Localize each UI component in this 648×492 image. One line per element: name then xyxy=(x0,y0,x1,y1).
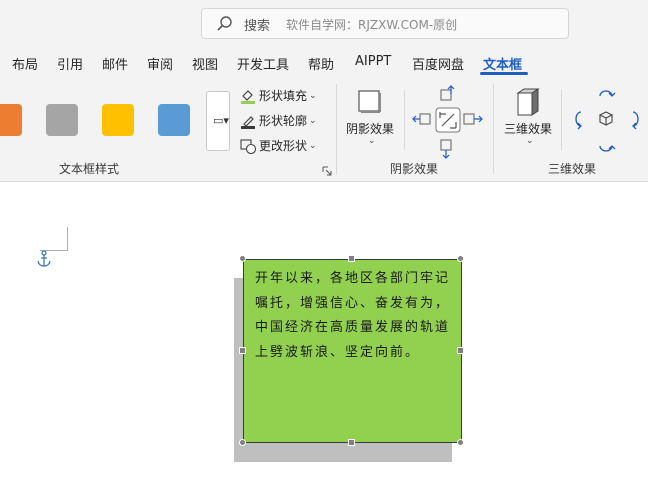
shape-fill-label: 形状填充 xyxy=(259,89,308,103)
chevron-down-icon: ⌄ xyxy=(309,90,317,101)
tab-layout[interactable]: 布局 xyxy=(12,54,38,73)
shadow-effects-icon[interactable] xyxy=(356,88,382,114)
textbox[interactable]: 开年以来，各地区各部门牢记嘱托，增强信心、奋发有为，中国经济在高质量发展的轨道上… xyxy=(243,259,462,443)
style-swatch-blue[interactable] xyxy=(158,104,190,136)
tab-aippt[interactable]: AIPPT xyxy=(355,54,391,69)
shape-outline-label: 形状轮廓 xyxy=(259,114,308,128)
nudge-left-icon xyxy=(412,113,431,125)
tab-baidu-netdisk[interactable]: 百度网盘 xyxy=(412,54,464,73)
style-swatch-gray[interactable] xyxy=(46,104,78,136)
tab-review[interactable]: 审阅 xyxy=(147,54,173,73)
dialog-launcher-icon[interactable] xyxy=(322,166,332,176)
search-label: 搜索 xyxy=(244,19,271,34)
three-d-toggle-icon xyxy=(598,111,614,126)
tab-textbox[interactable]: 文本框 xyxy=(483,54,522,73)
resize-handle-top[interactable] xyxy=(348,255,355,262)
nudge-right-icon xyxy=(463,113,483,125)
tilt-down-icon xyxy=(599,145,616,152)
group-separator xyxy=(493,84,494,174)
chevron-down-icon: ⌄ xyxy=(309,115,317,126)
resize-handle-top-right[interactable] xyxy=(457,255,464,262)
paint-bucket-icon xyxy=(241,89,255,104)
page-margin-corner xyxy=(40,227,68,251)
tab-developer[interactable]: 开发工具 xyxy=(237,54,289,73)
tilt-up-icon xyxy=(599,90,616,97)
anchor-icon[interactable] xyxy=(36,250,52,268)
gallery-more-icon: ▭▾ xyxy=(213,114,229,127)
tab-references[interactable]: 引用 xyxy=(57,54,83,73)
group-separator xyxy=(336,84,337,174)
chevron-down-icon: ⌄ xyxy=(368,136,376,146)
three-d-tilt-controls[interactable] xyxy=(569,84,648,160)
nudge-up-icon xyxy=(440,85,455,101)
active-tab-indicator xyxy=(480,72,528,75)
search-box[interactable]: 搜索 软件自学网：RJZXW.COM-原创 xyxy=(201,8,569,39)
search-icon xyxy=(217,16,232,31)
shape-fill-button[interactable]: 形状填充 ⌄ xyxy=(240,87,317,104)
search-hint: 软件自学网：RJZXW.COM-原创 xyxy=(286,18,458,32)
resize-handle-bottom-left[interactable] xyxy=(239,439,246,446)
nudge-down-icon xyxy=(440,139,452,159)
title-bar: 搜索 软件自学网：RJZXW.COM-原创 xyxy=(0,0,648,48)
chevron-down-icon: ⌄ xyxy=(526,136,534,146)
resize-handle-bottom[interactable] xyxy=(348,439,355,446)
shadow-effects-group-label: 阴影效果 xyxy=(390,162,439,176)
three-d-effects-icon[interactable] xyxy=(514,87,542,117)
chevron-down-icon: ⌄ xyxy=(309,140,317,151)
resize-handle-top-left[interactable] xyxy=(239,255,246,262)
tab-help[interactable]: 帮助 xyxy=(308,54,334,73)
three-d-effects-button[interactable]: 三维效果 xyxy=(504,120,552,137)
shadow-nudge-controls[interactable] xyxy=(412,84,486,160)
tab-view[interactable]: 视图 xyxy=(192,54,218,73)
document-canvas[interactable]: 开年以来，各地区各部门牢记嘱托，增强信心、奋发有为，中国经济在高质量发展的轨道上… xyxy=(0,182,648,492)
resize-handle-bottom-right[interactable] xyxy=(457,439,464,446)
gallery-more-button[interactable]: ▭▾ xyxy=(206,91,230,151)
tilt-right-icon xyxy=(632,111,639,130)
change-shape-button[interactable]: 更改形状 ⌄ xyxy=(240,137,317,154)
resize-handle-right[interactable] xyxy=(457,347,464,354)
group-separator xyxy=(561,90,562,150)
resize-handle-left[interactable] xyxy=(239,347,246,354)
tab-mailings[interactable]: 邮件 xyxy=(102,54,128,73)
group-separator xyxy=(404,90,405,150)
shape-outline-button[interactable]: 形状轮廓 ⌄ xyxy=(240,112,317,129)
style-swatch-orange[interactable] xyxy=(0,104,22,136)
change-shape-icon xyxy=(240,138,256,154)
three-d-effects-group-label: 三维效果 xyxy=(548,162,597,176)
pen-icon xyxy=(241,115,255,129)
textbox-styles-group-label: 文本框样式 xyxy=(59,162,120,176)
ribbon-panel: ▭▾ 形状填充 ⌄ 形状轮廓 ⌄ 更改形状 ⌄ 文本框样式 阴影效果 ⌄ 阴影效… xyxy=(0,78,648,182)
change-shape-label: 更改形状 xyxy=(259,139,308,153)
shadow-effects-button[interactable]: 阴影效果 xyxy=(346,120,394,137)
ribbon-tabs: 布局 引用 邮件 审阅 视图 开发工具 帮助 AIPPT 百度网盘 文本框 xyxy=(0,48,648,78)
textbox-text[interactable]: 开年以来，各地区各部门牢记嘱托，增强信心、奋发有为，中国经济在高质量发展的轨道上… xyxy=(255,267,455,365)
tilt-left-icon xyxy=(575,111,582,130)
style-swatch-gold[interactable] xyxy=(102,104,134,136)
